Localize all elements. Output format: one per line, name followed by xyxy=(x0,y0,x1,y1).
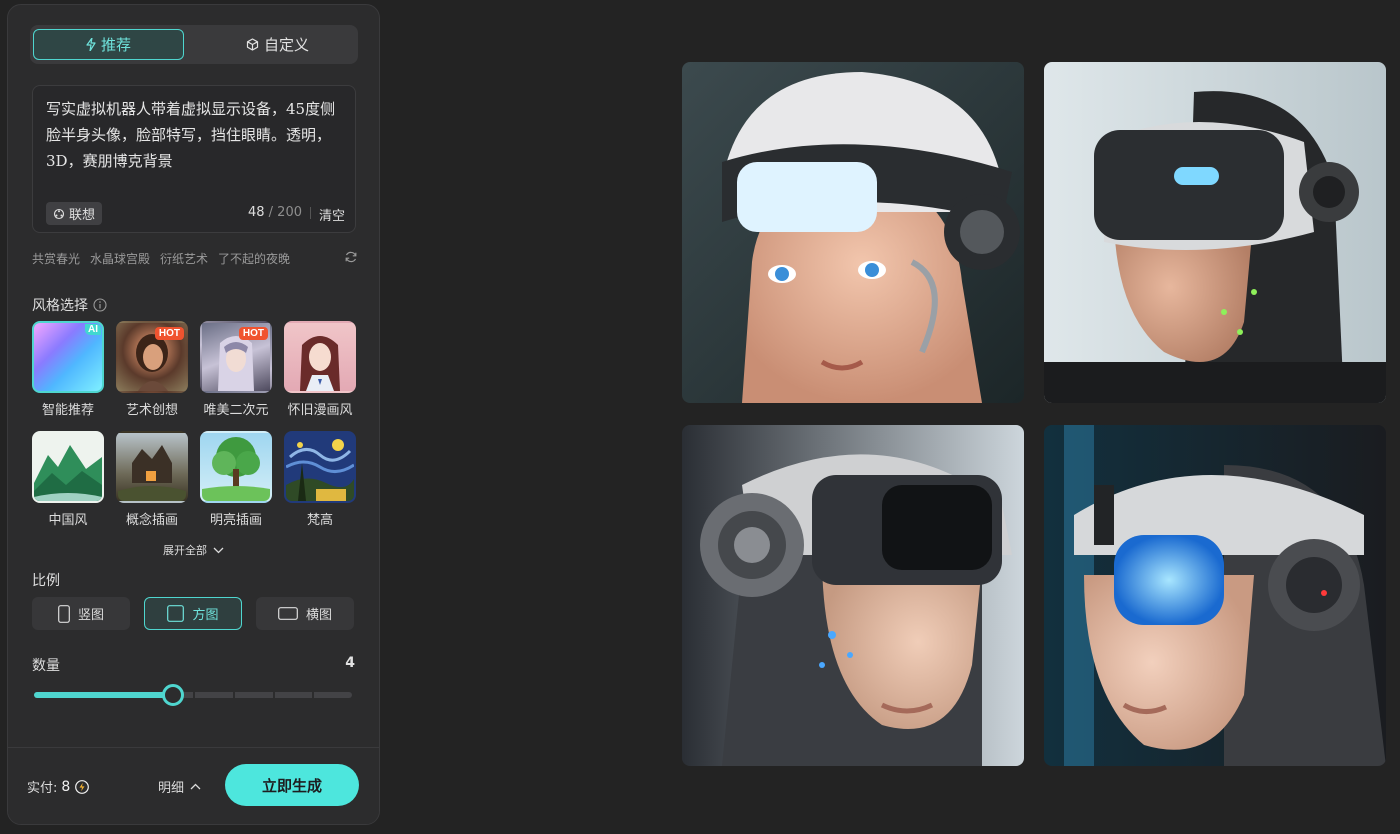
tab-recommend[interactable]: 推荐 xyxy=(33,29,184,60)
style-title-label: 风格选择 xyxy=(32,298,88,314)
ratio-square-label: 方图 xyxy=(192,608,219,623)
style-label: 概念插画 xyxy=(125,513,178,528)
style-thumb xyxy=(200,431,272,503)
style-thumb: HOT xyxy=(116,321,188,393)
style-label: 明亮插画 xyxy=(209,513,262,528)
chevron-down-icon xyxy=(213,547,224,554)
style-thumb xyxy=(284,321,356,393)
suggestion-item[interactable]: 了不起的夜晚 xyxy=(218,250,290,267)
style-section-title: 风格选择 xyxy=(32,295,107,315)
generate-button[interactable]: 立即生成 xyxy=(225,764,359,806)
style-item-anime[interactable]: HOT 唯美二次元 xyxy=(200,321,272,418)
slider-tick xyxy=(272,692,275,698)
generated-image-2[interactable] xyxy=(1044,62,1386,403)
refresh-icon[interactable] xyxy=(344,250,358,264)
slider-handle[interactable] xyxy=(162,684,185,706)
quantity-slider[interactable] xyxy=(34,684,352,706)
associate-button[interactable]: 联想 xyxy=(46,202,103,225)
prompt-box[interactable]: 写实虚拟机器人带着虚拟显示设备，45度侧脸半身头像，脸部特写，挡住眼睛。透明，3… xyxy=(32,85,356,233)
slider-tick xyxy=(312,692,315,698)
char-counter: 48 / 200 xyxy=(248,205,302,220)
ratio-square-button[interactable]: 方图 xyxy=(144,597,242,630)
ratio-section-title: 比例 xyxy=(32,573,60,589)
mode-tabs: 推荐 自定义 xyxy=(30,25,358,64)
ratio-portrait-button[interactable]: 竖图 xyxy=(32,597,130,630)
generated-image-3[interactable] xyxy=(682,425,1024,766)
payment-summary: 实付: 8 xyxy=(27,777,90,796)
style-thumb: HOT xyxy=(200,321,272,393)
expand-all-button[interactable]: 展开全部 xyxy=(163,542,224,558)
landscape-icon xyxy=(278,607,298,620)
prompt-suggestions: 共赏春光 水晶球宫殿 衍纸艺术 了不起的夜晚 xyxy=(32,249,358,267)
expand-label: 展开全部 xyxy=(163,544,207,557)
settings-panel: 推荐 自定义 写实虚拟机器人带着虚拟显示设备，45度侧脸半身头像，脸部特写，挡住… xyxy=(7,4,380,825)
tab-custom-label: 自定义 xyxy=(263,36,309,54)
style-label: 梵高 xyxy=(306,513,333,528)
tab-custom[interactable]: 自定义 xyxy=(200,29,355,60)
chevron-up-icon xyxy=(190,783,201,790)
slider-tick xyxy=(232,692,235,698)
style-item-smart[interactable]: AI 智能推荐 xyxy=(32,321,104,418)
pay-label: 实付: xyxy=(27,781,58,796)
style-item-concept[interactable]: 概念插画 xyxy=(116,431,188,528)
suggestion-item[interactable]: 共赏春光 xyxy=(32,250,80,267)
lightning-coin-icon xyxy=(75,779,90,794)
counter-divider xyxy=(310,207,311,219)
style-thumb xyxy=(284,431,356,503)
tab-recommend-label: 推荐 xyxy=(100,36,131,54)
detail-toggle[interactable]: 明细 xyxy=(158,777,201,796)
slider-tick xyxy=(193,692,195,698)
ratio-portrait-label: 竖图 xyxy=(77,608,104,623)
prompt-input[interactable]: 写实虚拟机器人带着虚拟显示设备，45度侧脸半身头像，脸部特写，挡住眼睛。透明，3… xyxy=(46,96,346,174)
detail-label: 明细 xyxy=(158,781,185,796)
pay-amount: 8 xyxy=(61,778,71,795)
sparkle-icon xyxy=(53,208,65,220)
style-label: 艺术创想 xyxy=(125,403,178,418)
footer-bar: 实付: 8 明细 立即生成 xyxy=(8,747,379,824)
suggestion-item[interactable]: 水晶球宫殿 xyxy=(90,250,150,267)
square-icon xyxy=(167,605,185,622)
portrait-icon xyxy=(58,604,70,623)
char-count-max: / 200 xyxy=(268,205,302,220)
ai-badge: AI xyxy=(85,324,101,335)
style-thumb: AI xyxy=(32,321,104,393)
style-label: 智能推荐 xyxy=(41,403,94,418)
quantity-value: 4 xyxy=(345,655,355,671)
style-item-bright[interactable]: 明亮插画 xyxy=(200,431,272,528)
associate-label: 联想 xyxy=(69,208,96,223)
char-count-current: 48 xyxy=(247,205,265,220)
cube-icon xyxy=(246,38,259,51)
style-thumb xyxy=(32,431,104,503)
slider-fill xyxy=(34,692,174,698)
info-icon[interactable] xyxy=(93,298,107,312)
style-thumb xyxy=(116,431,188,503)
lightning-icon xyxy=(86,38,96,51)
style-item-retro-comic[interactable]: 怀旧漫画风 xyxy=(284,321,356,418)
style-item-chinese[interactable]: 中国风 xyxy=(32,431,104,528)
suggestion-item[interactable]: 衍纸艺术 xyxy=(160,250,208,267)
style-label: 怀旧漫画风 xyxy=(287,403,353,418)
generated-image-1[interactable] xyxy=(682,62,1024,403)
hot-badge: HOT xyxy=(238,327,268,340)
ratio-landscape-button[interactable]: 横图 xyxy=(256,597,354,630)
style-label: 中国风 xyxy=(48,513,88,528)
generated-image-4[interactable] xyxy=(1044,425,1386,766)
clear-button[interactable]: 清空 xyxy=(319,205,345,224)
style-item-art[interactable]: HOT 艺术创想 xyxy=(116,321,188,418)
quantity-section-title: 数量 xyxy=(32,658,60,674)
hot-badge: HOT xyxy=(154,327,184,340)
ratio-landscape-label: 横图 xyxy=(305,608,332,623)
style-label: 唯美二次元 xyxy=(203,403,269,418)
style-item-van-gogh[interactable]: 梵高 xyxy=(284,431,356,528)
